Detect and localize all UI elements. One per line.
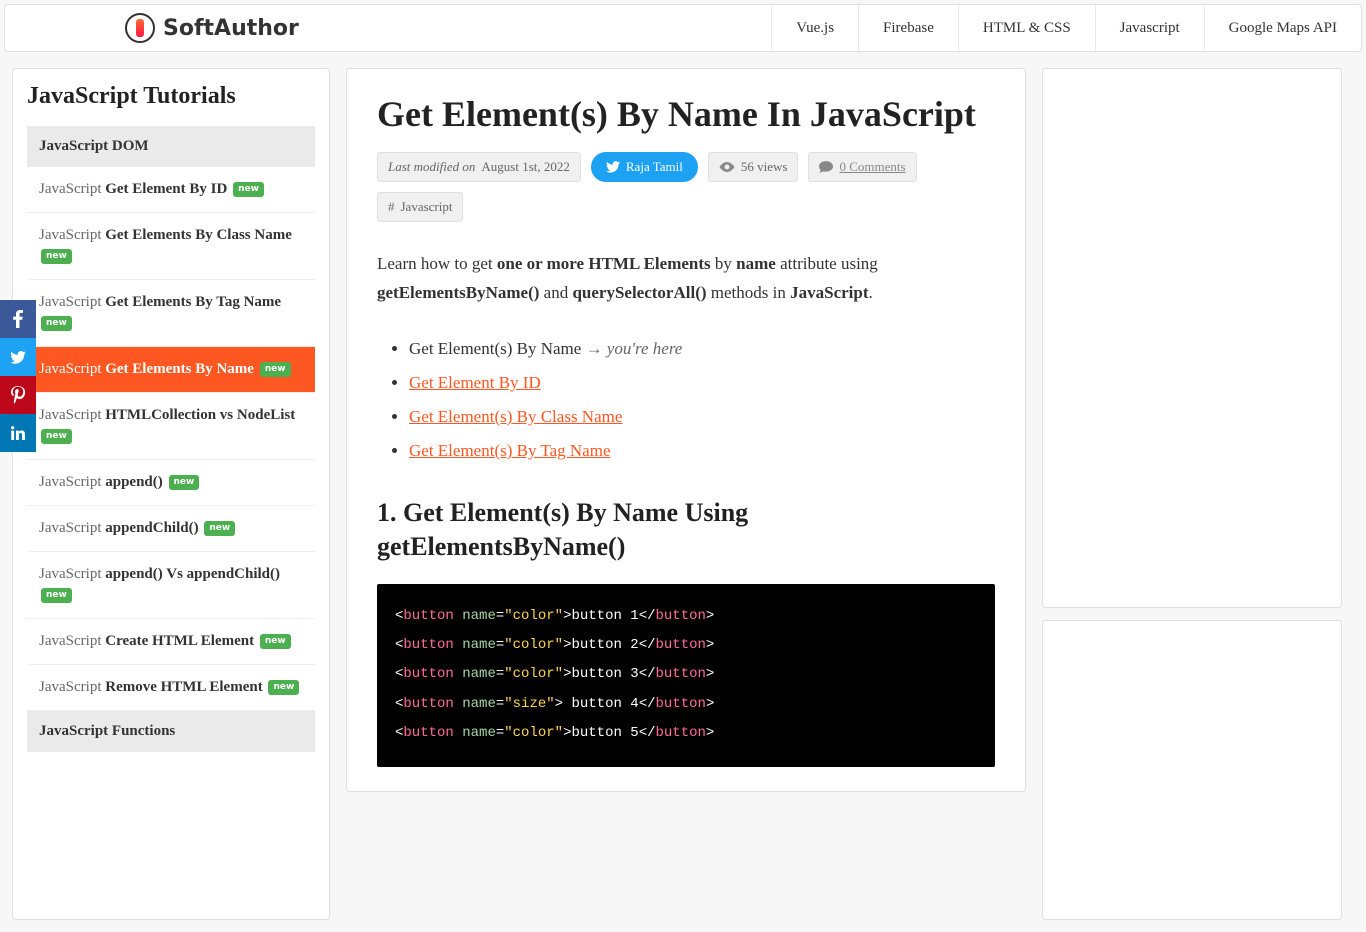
view-count: 56 views [741, 159, 788, 175]
top-header: SoftAuthor Vue.jsFirebaseHTML & CSSJavas… [4, 4, 1362, 52]
new-badge: new [260, 634, 291, 649]
code-block: <button name="color">button 1</button><b… [377, 584, 995, 767]
sidebar-item[interactable]: JavaScript append() Vs appendChild() new [27, 552, 315, 619]
nav-item[interactable]: Firebase [858, 5, 958, 51]
new-badge: new [169, 475, 200, 490]
right-sidebar [1042, 68, 1342, 920]
new-badge: new [41, 429, 72, 444]
new-badge: new [268, 680, 299, 695]
sidebar-item[interactable]: JavaScript Create HTML Element new [27, 619, 315, 665]
article: Get Element(s) By Name In JavaScript Las… [346, 68, 1026, 792]
logo[interactable]: SoftAuthor [5, 13, 771, 43]
meta-row: Last modified on August 1st, 2022 Raja T… [377, 152, 995, 222]
nav-item[interactable]: Google Maps API [1204, 5, 1361, 51]
toc-item: Get Element(s) By Tag Name [409, 434, 995, 468]
linkedin-icon [11, 426, 25, 440]
sidebar-item[interactable]: JavaScript Get Elements By Class Name ne… [27, 213, 315, 280]
toc-item: Get Element(s) By Name → you're here [409, 332, 995, 366]
sidebar: JavaScript Tutorials JavaScript DOM Java… [12, 68, 330, 920]
comments-link[interactable]: 0 Comments [839, 159, 905, 175]
share-facebook-button[interactable] [0, 300, 36, 338]
twitter-icon [10, 351, 26, 364]
ad-box [1042, 68, 1342, 608]
new-badge: new [41, 249, 72, 264]
sidebar-item[interactable]: JavaScript HTMLCollection vs NodeList ne… [27, 393, 315, 460]
sidebar-item[interactable]: JavaScript Get Element By ID new [27, 167, 315, 213]
meta-tag[interactable]: # Javascript [377, 192, 463, 222]
toc-link[interactable]: Get Element(s) By Class Name [409, 407, 622, 426]
nav-item[interactable]: Vue.js [771, 5, 858, 51]
hash-icon: # [388, 199, 395, 215]
modified-date: August 1st, 2022 [481, 159, 569, 175]
new-badge: new [41, 316, 72, 331]
ad-box [1042, 620, 1342, 920]
share-rail [0, 300, 36, 452]
sidebar-item[interactable]: JavaScript appendChild() new [27, 506, 315, 552]
toc-list: Get Element(s) By Name → you're here Get … [377, 332, 995, 468]
new-badge: new [204, 521, 235, 536]
nav-item[interactable]: Javascript [1095, 5, 1204, 51]
sidebar-item[interactable]: JavaScript Get Elements By Tag Name new [27, 280, 315, 347]
logo-icon [125, 13, 155, 43]
pinterest-icon [11, 386, 25, 404]
meta-comments[interactable]: 0 Comments [808, 152, 916, 182]
tag-name: Javascript [401, 199, 453, 215]
new-badge: new [233, 182, 264, 197]
sidebar-section-header: JavaScript DOM [27, 126, 315, 167]
author-name: Raja Tamil [626, 159, 683, 175]
new-badge: new [41, 588, 72, 603]
eye-icon [719, 162, 735, 172]
toc-link[interactable]: Get Element(s) By Tag Name [409, 441, 611, 460]
sidebar-item[interactable]: JavaScript Get Elements By Name new [27, 347, 315, 393]
facebook-icon [13, 310, 23, 328]
toc-item: Get Element By ID [409, 366, 995, 400]
share-twitter-button[interactable] [0, 338, 36, 376]
main-content: Get Element(s) By Name In JavaScript Las… [346, 68, 1026, 920]
toc-item: Get Element(s) By Class Name [409, 400, 995, 434]
meta-author[interactable]: Raja Tamil [591, 152, 698, 182]
sidebar-section-header: JavaScript Functions [27, 711, 315, 752]
nav-item[interactable]: HTML & CSS [958, 5, 1095, 51]
modified-label: Last modified on [388, 159, 475, 175]
page-title: Get Element(s) By Name In JavaScript [377, 93, 995, 136]
new-badge: new [260, 362, 291, 377]
sidebar-title: JavaScript Tutorials [27, 83, 315, 110]
share-pinterest-button[interactable] [0, 376, 36, 414]
sidebar-item[interactable]: JavaScript append() new [27, 460, 315, 506]
share-linkedin-button[interactable] [0, 414, 36, 452]
logo-text: SoftAuthor [163, 16, 299, 41]
main-nav: Vue.jsFirebaseHTML & CSSJavascriptGoogle… [771, 5, 1361, 51]
section-heading: 1. Get Element(s) By Name Using getEleme… [377, 496, 995, 564]
meta-modified: Last modified on August 1st, 2022 [377, 152, 581, 182]
intro-paragraph: Learn how to get one or more HTML Elemen… [377, 250, 995, 308]
twitter-icon [606, 161, 620, 173]
sidebar-item[interactable]: JavaScript Remove HTML Element new [27, 665, 315, 711]
comment-icon [819, 161, 833, 173]
meta-views: 56 views [708, 152, 799, 182]
toc-link[interactable]: Get Element By ID [409, 373, 541, 392]
